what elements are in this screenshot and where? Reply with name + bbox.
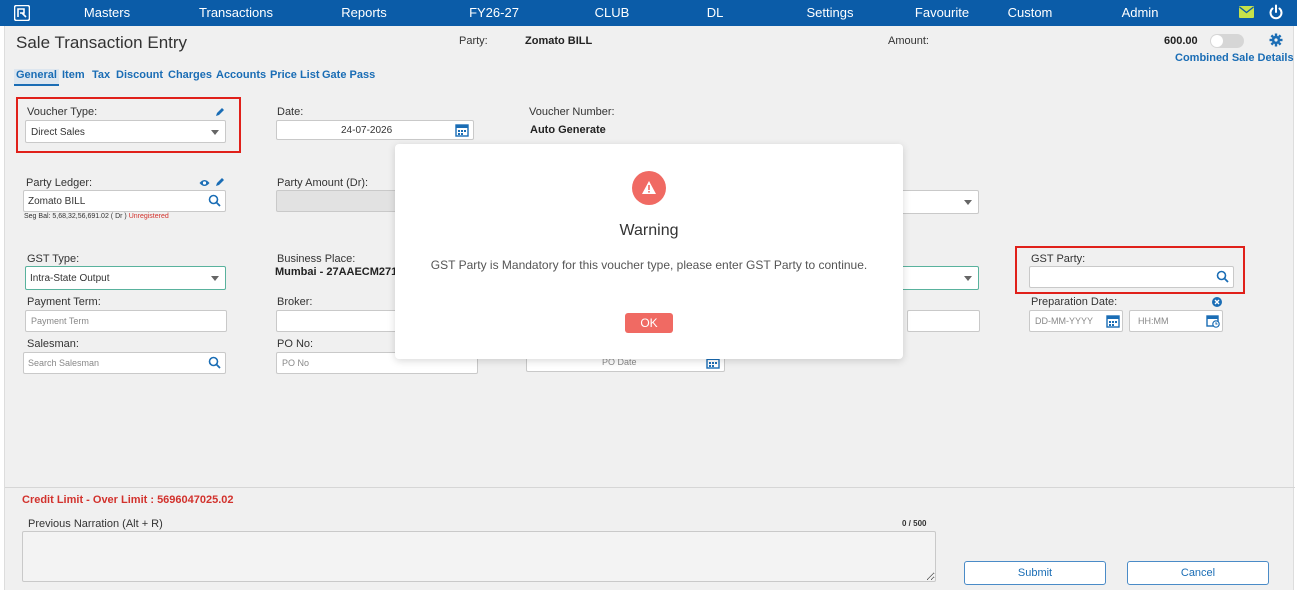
warning-icon [632, 171, 666, 205]
gst-type-select[interactable]: Intra-State Output [25, 266, 226, 290]
top-nav: Masters Transactions Reports FY26-27 CLU… [0, 0, 1297, 26]
nav-settings[interactable]: Settings [807, 0, 854, 26]
app-logo-icon[interactable] [14, 5, 30, 21]
search-icon[interactable] [1216, 270, 1229, 283]
nav-reports[interactable]: Reports [341, 0, 387, 26]
tab-general[interactable]: General [14, 69, 59, 86]
salesman-label: Salesman: [27, 338, 79, 350]
calendar-icon[interactable] [455, 123, 469, 137]
party-ledger-field[interactable]: Zomato BILL [23, 190, 226, 212]
pencil-icon[interactable] [215, 107, 225, 117]
prep-time-field[interactable]: HH:MM [1129, 310, 1223, 332]
payment-term-field[interactable]: Payment Term [25, 310, 227, 332]
power-icon[interactable] [1268, 4, 1284, 20]
gst-type-label: GST Type: [27, 253, 80, 265]
chevron-down-icon [964, 200, 972, 205]
narration-textarea[interactable] [22, 531, 936, 582]
combined-sale-details-link[interactable]: Combined Sale Details [1175, 52, 1294, 64]
submit-button[interactable]: Submit [964, 561, 1106, 585]
narration-label: Previous Narration (Alt + R) [28, 518, 163, 530]
calendar-clock-icon[interactable] [1206, 314, 1220, 328]
voucher-type-select[interactable]: Direct Sales [25, 120, 226, 143]
salesman-field[interactable]: Search Salesman [23, 352, 226, 374]
seg-balance: Seg Bal: 5,68,32,56,691.02 ( Dr ) Unregi… [24, 213, 169, 220]
date-label: Date: [277, 106, 304, 118]
tab-gate-pass[interactable]: Gate Pass [322, 69, 375, 81]
date-field[interactable]: 24-07-2026 [276, 120, 474, 140]
nav-fy[interactable]: FY26-27 [469, 0, 519, 26]
party-value: Zomato BILL [525, 35, 593, 47]
nav-masters[interactable]: Masters [84, 0, 130, 26]
gear-icon[interactable] [1269, 33, 1283, 47]
narration-char-count: 0 / 500 [902, 519, 927, 528]
prep-date-field[interactable]: DD-MM-YYYY [1029, 310, 1123, 332]
section-divider [5, 487, 1295, 488]
credit-limit-warning: Credit Limit - Over Limit : 5696047025.0… [22, 494, 234, 506]
nav-club[interactable]: CLUB [595, 0, 630, 26]
amount-label: Amount: [888, 35, 929, 47]
gst-party-label: GST Party: [1031, 253, 1086, 265]
tab-price-list[interactable]: Price List [270, 69, 320, 81]
party-label: Party: [459, 35, 488, 47]
tab-charges[interactable]: Charges [168, 69, 212, 81]
clear-icon[interactable] [1212, 297, 1222, 307]
chevron-down-icon [211, 276, 219, 281]
nav-custom[interactable]: Custom [1008, 0, 1053, 26]
pencil-icon[interactable] [215, 177, 225, 187]
tab-tax[interactable]: Tax [92, 69, 110, 81]
unregistered-tag: Unregistered [128, 213, 169, 220]
nav-admin[interactable]: Admin [1122, 0, 1159, 26]
payment-term-label: Payment Term: [27, 296, 101, 308]
business-place-label: Business Place: [277, 253, 356, 265]
amount-value: 600.00 [1164, 35, 1198, 47]
nav-transactions[interactable]: Transactions [199, 0, 273, 26]
voucher-number-label: Voucher Number: [529, 106, 615, 118]
gst-party-field[interactable] [1029, 266, 1234, 288]
voucher-type-label: Voucher Type: [27, 106, 98, 118]
cancel-button[interactable]: Cancel [1127, 561, 1269, 585]
page-title: Sale Transaction Entry [16, 33, 188, 52]
warning-dialog: Warning GST Party is Mandatory for this … [395, 144, 903, 359]
broker-field[interactable] [276, 310, 398, 332]
po-no-label: PO No: [277, 338, 314, 350]
tab-accounts[interactable]: Accounts [216, 69, 266, 81]
chevron-down-icon [964, 276, 972, 281]
dialog-title: Warning [619, 222, 679, 239]
voucher-number-value: Auto Generate [530, 124, 606, 136]
preparation-date-label: Preparation Date: [1031, 296, 1118, 308]
broker-label: Broker: [277, 296, 313, 308]
amount-toggle[interactable] [1210, 34, 1244, 48]
tab-item[interactable]: Item [62, 69, 85, 81]
party-amount-label: Party Amount (Dr): [277, 177, 369, 189]
eye-icon[interactable] [199, 179, 210, 187]
search-icon[interactable] [208, 356, 221, 369]
mail-icon[interactable] [1239, 6, 1254, 18]
business-place-value: Mumbai - 27AAECM2713M [275, 266, 397, 278]
party-ledger-label: Party Ledger: [26, 177, 93, 189]
search-icon[interactable] [208, 194, 221, 207]
calendar-icon[interactable] [1106, 314, 1120, 328]
nav-dl[interactable]: DL [707, 0, 724, 26]
nav-favourite[interactable]: Favourite [915, 0, 969, 26]
hidden-field-row4[interactable] [907, 310, 980, 332]
tab-discount[interactable]: Discount [116, 69, 163, 81]
dialog-message: GST Party is Mandatory for this voucher … [430, 258, 868, 272]
ok-button[interactable]: OK [625, 313, 673, 333]
chevron-down-icon [211, 130, 219, 135]
